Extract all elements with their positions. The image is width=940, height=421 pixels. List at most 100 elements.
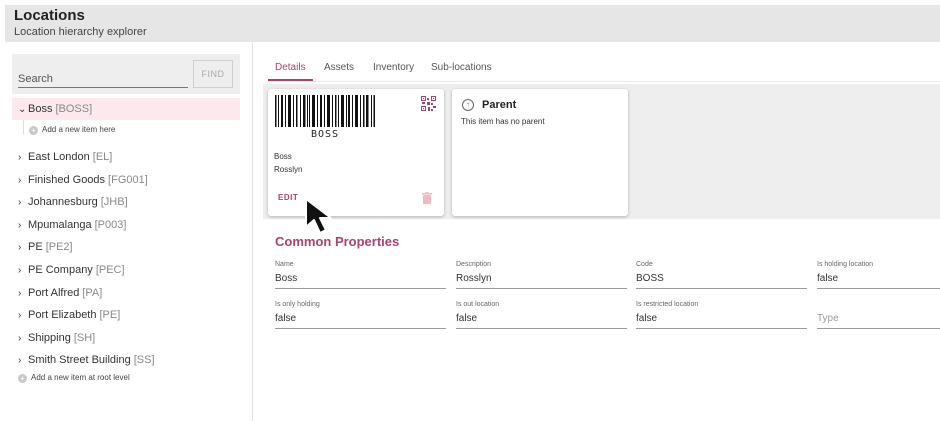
tab-sub-locations[interactable]: Sub-locations xyxy=(431,62,492,73)
arrow-up-circle-icon: ↑ xyxy=(462,99,474,111)
tree-item[interactable]: › Smith Street Building [SS] xyxy=(12,349,240,371)
tree-item[interactable]: › Mpumalanga [P003] xyxy=(12,214,240,236)
tree-item-code: [PEC] xyxy=(95,264,125,276)
chevron-right-icon[interactable]: › xyxy=(18,170,28,192)
tab-details[interactable]: Details xyxy=(275,62,306,73)
tree-item-label: Port Alfred xyxy=(28,286,80,299)
chevron-right-icon[interactable]: › xyxy=(18,328,28,350)
field-value: false xyxy=(275,313,297,324)
field-label: Description xyxy=(456,261,492,268)
find-button[interactable]: FIND xyxy=(193,60,233,88)
tree-item[interactable]: › Finished Goods [FG001] xyxy=(12,169,240,191)
location-tree-sidebar: FIND ⌄Boss[BOSS] +Add a new item here ›E… xyxy=(0,42,253,421)
field-placeholder: Type xyxy=(817,313,839,324)
item-card: BOSS Boss Rosslyn EDIT xyxy=(268,89,444,216)
search-box: FIND xyxy=(12,54,240,94)
chevron-right-icon[interactable]: › xyxy=(18,260,28,282)
chevron-down-icon[interactable]: ⌄ xyxy=(18,99,28,121)
field-label: Name xyxy=(275,261,294,268)
tree-item-boss[interactable]: ⌄ Boss [BOSS] xyxy=(12,98,240,120)
tree-item-code: [PA] xyxy=(82,286,103,299)
tree-item[interactable]: › Port Alfred [PA] xyxy=(12,282,240,304)
tree-connector xyxy=(23,120,24,134)
tree-item-label: PE Company xyxy=(28,264,93,276)
tree-item[interactable]: › Shipping [SH] xyxy=(12,327,240,349)
tree-item-label: Port Elizabeth xyxy=(28,309,97,322)
chevron-right-icon[interactable]: › xyxy=(18,147,28,169)
field-value: false xyxy=(456,313,478,324)
field-label: Is only holding xyxy=(275,301,320,308)
code-field[interactable]: Code BOSS xyxy=(636,261,807,289)
mouse-cursor-icon xyxy=(305,198,332,234)
edit-button[interactable]: EDIT xyxy=(278,193,298,202)
tree-item-label: Smith Street Building xyxy=(28,354,131,367)
tree-item[interactable]: › PE Company [PEC] xyxy=(12,259,240,281)
tree-item-label: East London xyxy=(28,151,90,163)
search-input[interactable] xyxy=(18,67,188,88)
parent-card: ↑ Parent This item has no parent xyxy=(452,89,628,216)
tree-item-label: Boss xyxy=(28,103,53,115)
is-holding-location-field[interactable]: Is holding location false xyxy=(817,261,940,289)
tree-item[interactable]: › PE [PE2] xyxy=(12,236,240,258)
tab-inventory[interactable]: Inventory xyxy=(373,62,414,73)
field-value: false xyxy=(817,273,839,284)
tree-item-label: Mpumalanga xyxy=(28,218,92,231)
tree-item[interactable]: › Port Elizabeth [PE] xyxy=(12,304,240,326)
chevron-right-icon[interactable]: › xyxy=(18,192,28,214)
qr-code-icon[interactable] xyxy=(421,96,436,111)
plus-circle-icon: + xyxy=(29,126,38,135)
tree-item-label: Johannesburg xyxy=(28,196,98,209)
parent-card-title: Parent xyxy=(482,99,517,111)
barcode xyxy=(275,95,375,127)
is-out-location-field[interactable]: Is out location false xyxy=(456,301,627,329)
chevron-right-icon[interactable]: › xyxy=(18,283,28,305)
type-field[interactable]: Type xyxy=(817,301,940,329)
tab-assets[interactable]: Assets xyxy=(324,62,354,73)
tree-item-code: [SH] xyxy=(73,331,96,344)
field-label: Is restricted location xyxy=(636,301,699,308)
field-value: BOSS xyxy=(636,273,664,284)
name-field[interactable]: Name Boss xyxy=(275,261,446,289)
tree-item-code: [SS] xyxy=(133,354,155,367)
tree-item-label: PE xyxy=(28,241,43,254)
field-value: false xyxy=(636,313,658,324)
is-restricted-location-field[interactable]: Is restricted location false xyxy=(636,301,807,329)
field-label: Is out location xyxy=(456,301,500,308)
tree-item-code: [JHB] xyxy=(100,196,128,209)
page-header: Locations Location hierarchy explorer xyxy=(5,5,940,42)
plus-circle-icon: + xyxy=(18,374,27,383)
field-value: Boss xyxy=(275,273,298,284)
chevron-right-icon[interactable]: › xyxy=(18,305,28,327)
field-label: Code xyxy=(636,261,653,268)
card-area: BOSS Boss Rosslyn EDIT ↑ Parent This ite… xyxy=(263,84,940,219)
field-label: Is holding location xyxy=(817,261,874,268)
description-field[interactable]: Description Rosslyn xyxy=(456,261,627,289)
main-panel: Details Assets Inventory Sub-locations B… xyxy=(253,42,940,421)
tree-item-code: [EL] xyxy=(92,151,113,163)
tab-divider xyxy=(267,81,940,82)
chevron-right-icon[interactable]: › xyxy=(18,350,28,372)
add-root-item-link[interactable]: + Add a new item at root level xyxy=(18,372,130,384)
parent-card-message: This item has no parent xyxy=(461,117,545,126)
barcode-text: BOSS xyxy=(310,129,340,140)
chevron-right-icon[interactable]: › xyxy=(18,237,28,259)
tree-item-code: [PE] xyxy=(99,309,121,322)
add-child-item-link[interactable]: + Add a new item here xyxy=(29,124,115,136)
chevron-right-icon[interactable]: › xyxy=(18,215,28,237)
trash-icon[interactable] xyxy=(422,192,432,204)
tree-item[interactable]: › Johannesburg [JHB] xyxy=(12,191,240,213)
field-value: Rosslyn xyxy=(456,273,492,284)
add-root-item-label: Add a new item at root level xyxy=(31,373,130,382)
is-only-holding-field[interactable]: Is only holding false xyxy=(275,301,446,329)
add-child-item-label: Add a new item here xyxy=(42,125,116,134)
item-card-name: Boss xyxy=(274,152,292,161)
tree-item-label: Shipping xyxy=(28,331,71,344)
page-subtitle: Location hierarchy explorer xyxy=(14,26,147,38)
tree-item[interactable]: › East London [EL] xyxy=(12,146,240,168)
page-title: Locations xyxy=(14,7,85,24)
tree-item-code: [PE2] xyxy=(45,241,73,254)
tree-item-label: Finished Goods xyxy=(28,173,106,186)
tree-item-code: [P003] xyxy=(94,218,127,231)
item-card-description: Rosslyn xyxy=(274,165,303,174)
tree-item-code: [BOSS] xyxy=(55,103,93,115)
